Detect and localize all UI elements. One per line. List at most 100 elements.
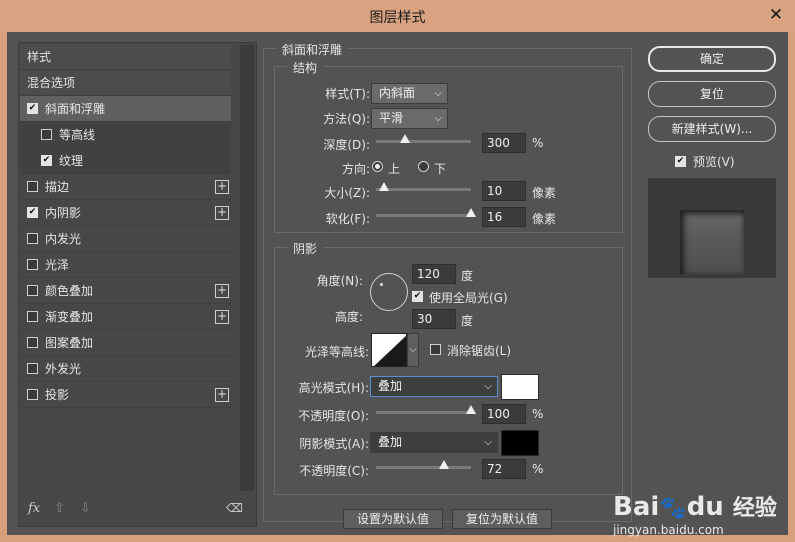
style-select-value: 内斜面	[379, 86, 416, 100]
style-item-checkbox[interactable]	[41, 129, 52, 140]
style-item-7[interactable]: 光泽	[20, 252, 231, 278]
add-effect-icon[interactable]: +	[215, 180, 229, 194]
shadow-mode-value: 叠加	[378, 435, 403, 449]
add-effect-icon[interactable]: +	[215, 284, 229, 298]
size-slider-thumb[interactable]	[378, 182, 389, 191]
reset-button[interactable]: 复位	[648, 81, 776, 107]
move-down-icon[interactable]: ⇩	[80, 501, 91, 516]
style-item-checkbox[interactable]: ✔	[41, 155, 52, 166]
styles-scrollbar[interactable]	[240, 45, 254, 491]
shadow-opacity-input[interactable]: 72	[482, 459, 526, 479]
preview-checkbox[interactable]: ✔	[675, 156, 686, 167]
style-item-5[interactable]: ✔ 内阴影 +	[20, 200, 231, 226]
gloss-contour-dropdown[interactable]: ⌵	[407, 333, 419, 367]
soften-slider-thumb[interactable]	[466, 208, 476, 217]
altitude-input[interactable]: 30	[412, 309, 456, 329]
chevron-down-icon: ⌵	[434, 113, 442, 124]
angle-dial[interactable]	[370, 273, 408, 311]
direction-up-radio[interactable]	[372, 161, 383, 172]
style-select[interactable]: 内斜面 ⌵	[371, 83, 448, 104]
close-icon[interactable]: ✕	[764, 5, 788, 25]
shading-title: 阴影	[287, 240, 324, 257]
shadow-color-swatch[interactable]	[501, 430, 539, 456]
style-item-checkbox[interactable]	[27, 285, 38, 296]
direction-up-label: 上	[388, 162, 401, 176]
gloss-contour-preview[interactable]	[371, 333, 407, 367]
highlight-opacity-unit: %	[532, 407, 544, 421]
size-input[interactable]: 10	[482, 181, 526, 201]
style-item-11[interactable]: 外发光	[20, 356, 231, 382]
style-item-3[interactable]: ✔ 纹理	[20, 148, 231, 174]
size-slider[interactable]	[376, 182, 471, 191]
style-item-checkbox[interactable]	[27, 337, 38, 348]
reset-default-button[interactable]: 复位为默认值	[452, 509, 552, 529]
highlight-opacity-input[interactable]: 100	[482, 404, 526, 424]
trash-icon[interactable]: ⌫	[226, 501, 243, 515]
shadow-opacity-thumb[interactable]	[439, 460, 450, 469]
shadow-opacity-label: 不透明度(C):	[299, 464, 369, 478]
technique-select[interactable]: 平滑 ⌵	[371, 108, 448, 129]
style-item-checkbox[interactable]	[27, 363, 38, 374]
style-item-label: 纹理	[59, 154, 84, 168]
chevron-down-icon: ⌵	[484, 381, 492, 392]
move-up-icon[interactable]: ⇧	[54, 501, 65, 516]
direction-down-label: 下	[434, 162, 447, 176]
preview-tile	[680, 210, 744, 274]
blending-options-item[interactable]: 混合选项	[20, 70, 231, 96]
shading-group: 阴影 角度(N): 120 度 ✔ 使用全局光(G) 高度: 30 度 光泽等高…	[274, 240, 623, 495]
add-effect-icon[interactable]: +	[215, 388, 229, 402]
soften-input[interactable]: 16	[482, 207, 526, 227]
style-item-label: 投影	[45, 388, 70, 402]
style-label: 样式(T):	[325, 87, 370, 101]
style-item-8[interactable]: 颜色叠加 +	[20, 278, 231, 304]
add-effect-icon[interactable]: +	[215, 206, 229, 220]
style-item-checkbox[interactable]	[27, 181, 38, 192]
preview-toggle[interactable]: ✔ 预览(V)	[675, 153, 735, 170]
new-style-button[interactable]: 新建样式(W)...	[648, 116, 776, 142]
style-item-9[interactable]: 渐变叠加 +	[20, 304, 231, 330]
altitude-label: 高度:	[334, 310, 363, 324]
add-effect-icon[interactable]: +	[215, 310, 229, 324]
highlight-mode-select[interactable]: 叠加 ⌵	[370, 376, 498, 397]
highlight-mode-value: 叠加	[378, 379, 403, 393]
shadow-opacity-slider[interactable]	[376, 460, 471, 469]
make-default-button[interactable]: 设置为默认值	[343, 509, 443, 529]
watermark-brand2: du	[686, 492, 724, 522]
styles-header[interactable]: 样式	[20, 44, 231, 70]
style-item-label: 光泽	[45, 258, 70, 272]
style-item-label: 渐变叠加	[45, 310, 94, 324]
style-item-checkbox[interactable]	[27, 311, 38, 322]
preview-label: 预览(V)	[693, 155, 735, 169]
style-item-checkbox[interactable]	[27, 259, 38, 270]
angle-unit: 度	[461, 269, 474, 283]
highlight-opacity-thumb[interactable]	[466, 405, 476, 414]
style-item-1[interactable]: ✔ 斜面和浮雕	[20, 96, 231, 122]
direction-down-radio[interactable]	[418, 161, 429, 172]
watermark-url: jingyan.baidu.com	[613, 523, 724, 537]
structure-title: 结构	[287, 59, 324, 76]
ok-button[interactable]: 确定	[648, 46, 776, 72]
highlight-opacity-slider[interactable]	[376, 405, 476, 414]
size-unit: 像素	[532, 186, 557, 200]
soften-slider[interactable]	[376, 208, 476, 217]
global-light-checkbox[interactable]: ✔	[412, 291, 423, 302]
highlight-color-swatch[interactable]	[501, 374, 539, 400]
window-title: 图层样式	[369, 10, 426, 26]
style-item-checkbox[interactable]: ✔	[27, 207, 38, 218]
antialias-checkbox[interactable]	[430, 344, 441, 355]
shadow-mode-select[interactable]: 叠加 ⌵	[370, 432, 498, 453]
style-item-checkbox[interactable]	[27, 389, 38, 400]
style-item-2[interactable]: 等高线	[20, 122, 231, 148]
style-item-10[interactable]: 图案叠加	[20, 330, 231, 356]
depth-input[interactable]: 300	[482, 133, 526, 153]
fx-icon[interactable]: fx	[28, 501, 40, 516]
style-item-12[interactable]: 投影 +	[20, 382, 231, 408]
style-item-checkbox[interactable]: ✔	[27, 103, 38, 114]
depth-slider[interactable]	[376, 134, 471, 143]
style-item-4[interactable]: 描边 +	[20, 174, 231, 200]
depth-slider-thumb[interactable]	[399, 134, 410, 143]
angle-input[interactable]: 120	[412, 264, 456, 284]
style-item-label: 描边	[45, 180, 70, 194]
style-item-6[interactable]: 内发光	[20, 226, 231, 252]
style-item-checkbox[interactable]	[27, 233, 38, 244]
